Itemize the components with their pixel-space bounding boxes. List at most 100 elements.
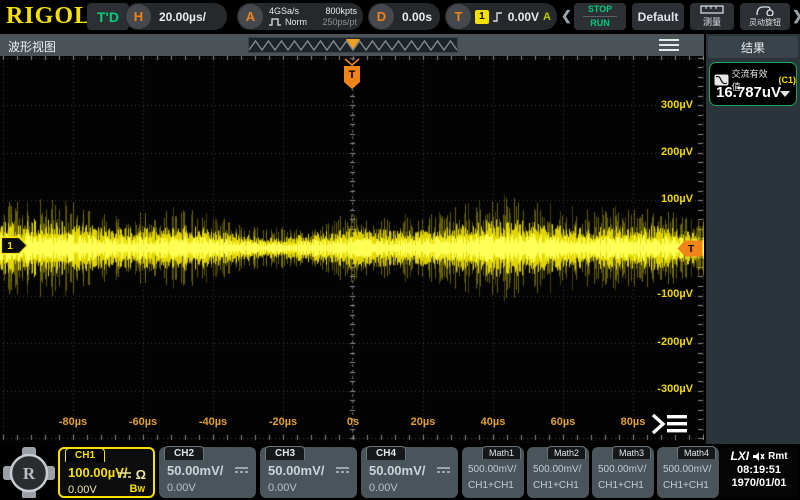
waveform-display: 300µV 200µV 100µV -100µV -200µV -300µV -… — [0, 56, 704, 444]
hamburger-menu-icon[interactable] — [659, 39, 679, 54]
sample-resolution-value: 250ps/pt — [322, 17, 357, 28]
channel1-offset: 0.00V — [68, 484, 97, 496]
chevron-left-icon[interactable]: ❮ — [561, 8, 572, 24]
dc-coupling-icon — [234, 465, 249, 475]
channel4-tab[interactable]: CH4 — [366, 446, 406, 460]
default-label: Default — [638, 10, 679, 24]
channel1-card[interactable]: CH1 100.00µV/ Ω 0.00V BW — [58, 447, 155, 498]
trigger-source-badge: 1 — [475, 10, 489, 24]
math1-expression: CH1+CH1 — [468, 480, 514, 491]
math2-expression: CH1+CH1 — [533, 480, 579, 491]
math2-tab[interactable]: Math2 — [547, 446, 586, 459]
dc-coupling-icon — [117, 470, 132, 480]
flex-knob-button[interactable]: 灵动旋钮 — [740, 3, 790, 30]
dc-coupling-icon — [335, 465, 350, 475]
math3-card[interactable]: Math3 500.00mV/ CH1+CH1 — [592, 447, 654, 498]
math2-scale: 500.00mV/ — [533, 464, 581, 475]
bandwidth-limit-badge: BW — [129, 483, 145, 495]
math4-card[interactable]: Math4 500.00mV/ CH1+CH1 — [657, 447, 719, 498]
measurement-result-card[interactable]: 交流有效值 (C1) 16.787uV — [709, 62, 797, 106]
bottom-bar: R CH1 100.00µV/ Ω 0.00V BW CH2 50.00mV/ — [0, 445, 800, 500]
default-button[interactable]: Default — [632, 3, 684, 30]
horizontal-scale-value: 20.00µs/ — [151, 10, 214, 24]
v-axis-label: 200µV — [661, 146, 693, 158]
math4-expression: CH1+CH1 — [663, 480, 709, 491]
v-axis-label: -100µV — [657, 288, 693, 300]
v-axis-label: 100µV — [661, 193, 693, 205]
rigol-logo: RIGOL — [6, 3, 91, 30]
t-axis-label: -40µs — [199, 416, 227, 428]
chevron-right-icon[interactable]: ❯ — [792, 8, 800, 24]
horizontal-settings-button[interactable]: H 20.00µs/ — [125, 3, 227, 30]
measure-button[interactable]: 测量 — [690, 3, 734, 30]
math3-scale: 500.00mV/ — [598, 464, 646, 475]
trigger-status-label: T'D — [97, 9, 119, 25]
v-axis-label: -300µV — [657, 383, 693, 395]
results-panel: 结果 交流有效值 (C1) 16.787uV — [706, 34, 800, 444]
flex-knob-label: 灵动旋钮 — [749, 17, 781, 28]
trigger-status-badge[interactable]: T'D — [87, 3, 129, 30]
channel1-ground-marker[interactable]: 1 — [1, 237, 28, 254]
math4-scale: 500.00mV/ — [663, 464, 711, 475]
acquire-mode-value: Norm — [285, 17, 307, 28]
status-clock-box[interactable]: LXI Rmt 08:19:51 1970/01/01 — [720, 447, 798, 498]
t-axis-label: 80µs — [621, 416, 646, 428]
rigol-gear-logo[interactable]: R — [3, 447, 55, 498]
chevron-down-icon[interactable] — [780, 91, 790, 97]
svg-text:T: T — [349, 69, 356, 81]
speaker-muted-icon — [752, 451, 765, 462]
measurement-value: 16.787uV — [716, 84, 781, 101]
t-axis-label: -20µs — [269, 416, 297, 428]
channel2-tab[interactable]: CH2 — [164, 446, 204, 460]
channel3-card[interactable]: CH3 50.00mV/ 0.00V — [260, 447, 357, 498]
trigger-settings-button[interactable]: T 1 0.00V A — [445, 3, 557, 30]
svg-text:1: 1 — [7, 241, 13, 252]
trigger-position-marker[interactable]: T — [343, 57, 361, 91]
svg-text:T: T — [688, 244, 694, 255]
acquisition-key-icon: A — [238, 4, 263, 29]
channel1-tab[interactable]: CH1 — [65, 448, 105, 462]
math1-card[interactable]: Math1 500.00mV/ CH1+CH1 — [462, 447, 524, 498]
measurement-source: (C1) — [779, 75, 797, 85]
trigger-level-value: 0.00V — [504, 10, 543, 24]
run-label: RUN — [590, 18, 610, 29]
trigger-sweep-badge: A — [543, 11, 551, 23]
math1-tab[interactable]: Math1 — [482, 446, 521, 459]
channel2-offset: 0.00V — [167, 482, 196, 494]
t-axis-label: 0s — [347, 416, 359, 428]
timebase-overview-strip[interactable] — [248, 37, 458, 53]
pulse-icon — [269, 18, 282, 26]
remote-label: Rmt — [768, 451, 787, 462]
channel3-offset: 0.00V — [268, 482, 297, 494]
channel2-scale: 50.00mV/ — [167, 463, 223, 478]
math2-card[interactable]: Math2 500.00mV/ CH1+CH1 — [527, 447, 589, 498]
t-axis-label: -60µs — [129, 416, 157, 428]
channel2-card[interactable]: CH2 50.00mV/ 0.00V — [159, 447, 256, 498]
overview-trigger-position-icon[interactable] — [346, 39, 360, 49]
top-toolbar: RIGOL T'D H 20.00µs/ A 4GSa/s 800kpts — [0, 0, 800, 33]
t-axis-label: 40µs — [481, 416, 506, 428]
acquisition-settings-button[interactable]: A 4GSa/s 800kpts Norm 250ps/pt — [237, 3, 363, 30]
math3-tab[interactable]: Math3 — [612, 446, 651, 459]
channel4-card[interactable]: CH4 50.00mV/ 0.00V — [361, 447, 458, 498]
channel4-scale: 50.00mV/ — [369, 463, 425, 478]
stop-run-button[interactable]: STOP RUN — [574, 3, 626, 30]
waveform-view-header: 波形视图 — [0, 34, 704, 56]
waveform-view-title: 波形视图 — [8, 38, 56, 55]
math3-expression: CH1+CH1 — [598, 480, 644, 491]
sample-rate-value: 4GSa/s — [269, 6, 299, 17]
t-axis-label: 60µs — [551, 416, 576, 428]
axis-menu-icon[interactable] — [650, 411, 690, 437]
t-axis-label: -80µs — [59, 416, 87, 428]
v-axis-label: 300µV — [661, 99, 693, 111]
channel3-tab[interactable]: CH3 — [265, 446, 305, 460]
channel4-offset: 0.00V — [369, 482, 398, 494]
math4-tab[interactable]: Math4 — [677, 446, 716, 459]
measure-label: 测量 — [703, 15, 721, 28]
memory-depth-value: 800kpts — [325, 6, 357, 17]
trigger-level-marker[interactable]: T — [677, 240, 703, 257]
delay-settings-button[interactable]: D 0.00s — [368, 3, 440, 30]
t-axis-label: 20µs — [411, 416, 436, 428]
stop-label: STOP — [588, 4, 612, 15]
ruler-icon — [700, 5, 724, 14]
